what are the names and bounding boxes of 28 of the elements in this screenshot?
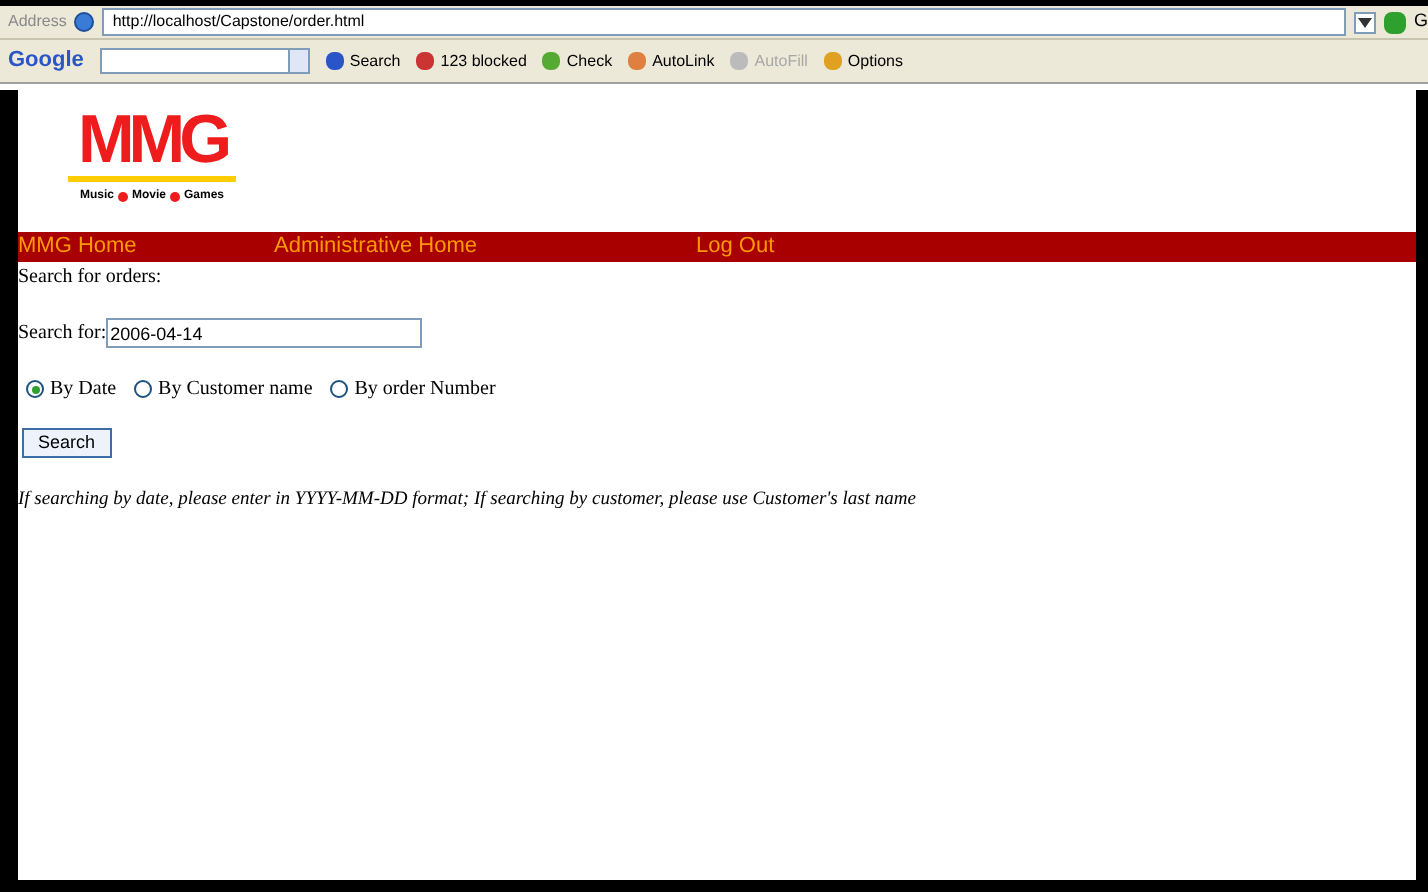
radio-option[interactable]: By order Number — [330, 374, 496, 404]
toolbar-button[interactable]: Options — [823, 49, 903, 73]
toolbar-button[interactable]: AutoLink — [628, 49, 715, 73]
field-label: Search for: — [18, 320, 107, 348]
address-field[interactable]: http://localhost/Capstone/order.html — [102, 8, 1346, 36]
nav-link[interactable]: MMG Home — [18, 234, 137, 259]
radio-button[interactable] — [134, 380, 153, 398]
toolbar-search-field[interactable] — [99, 48, 310, 74]
google-logo: Google — [8, 46, 84, 77]
toolbar-button[interactable]: Check — [542, 49, 613, 73]
radio-option[interactable]: By Customer name — [134, 374, 313, 404]
search-field[interactable]: 2006-04-14 — [106, 318, 423, 348]
logo-mark: MMG — [77, 106, 227, 174]
radio-option[interactable]: By Date — [26, 374, 117, 404]
radio-button[interactable] — [26, 380, 44, 398]
heading: Search for orders: — [18, 264, 164, 292]
nav-link[interactable]: Administrative Home — [274, 234, 477, 259]
address-label: Address — [6, 10, 67, 34]
nav-link[interactable]: Log Out — [696, 234, 775, 259]
toolbar-button[interactable]: Search — [325, 49, 401, 73]
dropdown-icon[interactable] — [1353, 11, 1376, 33]
dropdown-icon — [287, 50, 308, 72]
page-icon — [74, 12, 95, 32]
radio-button[interactable] — [330, 380, 349, 398]
search-button[interactable]: Search — [22, 428, 112, 458]
go-button[interactable]: G — [1413, 8, 1428, 36]
hint-text: If searching by date, please enter in YYYY-MM-DD format; If searching by customer, please use Customer's last name — [18, 488, 918, 514]
toolbar-button[interactable]: 123 blocked — [416, 49, 527, 73]
